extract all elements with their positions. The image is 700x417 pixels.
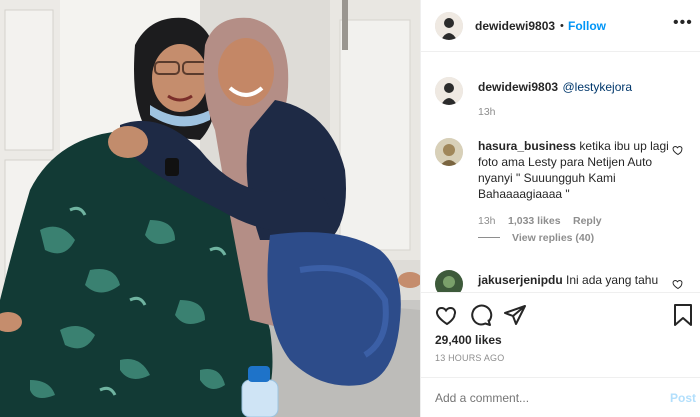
avatar-image	[435, 12, 463, 40]
comment-username[interactable]: jakuserjenipdu	[478, 273, 563, 287]
comment-meta: 13h 1,033 likes Reply	[478, 211, 602, 229]
caption-mention[interactable]: @lestykejora	[563, 80, 633, 94]
follow-button[interactable]: Follow	[568, 19, 606, 33]
post-actions: 29,400 likes 13 HOURS AGO	[421, 292, 700, 377]
comment-item: jakuserjenipdu Ini ada yang tahu	[478, 272, 670, 288]
avatar-image	[435, 77, 463, 105]
avatar-image	[435, 270, 463, 292]
comment-username[interactable]: hasura_business	[478, 139, 576, 153]
reply-button[interactable]: Reply	[573, 215, 602, 227]
comment-like-icon[interactable]	[672, 144, 684, 156]
comment-likes[interactable]: 1,033 likes	[508, 215, 561, 227]
bookmark-icon[interactable]	[673, 303, 693, 327]
more-options-icon[interactable]: •••	[673, 14, 693, 32]
view-replies-button[interactable]: View replies (40)	[512, 232, 594, 244]
post-comment-button[interactable]: Post	[670, 391, 696, 405]
instagram-post: dewidewi9803 • Follow ••• dewidewi9803 @…	[0, 0, 700, 417]
comment-avatar[interactable]	[435, 270, 463, 292]
comment-avatar[interactable]	[435, 138, 463, 166]
caption-username[interactable]: dewidewi9803	[478, 80, 558, 94]
header-separator: •	[560, 20, 564, 32]
comments-list: dewidewi9803 @lestykejora 13h hasura_bus…	[421, 52, 700, 292]
comment-text: Ini ada yang tahu	[566, 273, 659, 287]
author-username[interactable]: dewidewi9803	[475, 19, 555, 33]
post-photo[interactable]	[0, 0, 420, 417]
comment-time: 13h	[478, 215, 496, 227]
post-sidebar: dewidewi9803 • Follow ••• dewidewi9803 @…	[420, 0, 700, 417]
replies-divider	[478, 237, 500, 238]
post-photo-illustration	[0, 0, 420, 417]
add-comment-bar: Post	[421, 377, 700, 417]
caption-avatar[interactable]	[435, 77, 463, 105]
post-timestamp: 13 HOURS AGO	[435, 353, 505, 363]
avatar-image	[435, 138, 463, 166]
author-avatar[interactable]	[435, 12, 463, 40]
comment-item: hasura_business ketika ibu up lagi foto …	[478, 138, 670, 202]
likes-count[interactable]: 29,400 likes	[435, 333, 502, 347]
caption-time: 13h	[478, 106, 496, 118]
paper-plane-icon[interactable]	[503, 303, 527, 327]
caption: dewidewi9803 @lestykejora	[478, 78, 688, 96]
comment-like-icon[interactable]	[672, 278, 684, 290]
heart-icon[interactable]	[435, 303, 459, 327]
post-header: dewidewi9803 • Follow •••	[421, 0, 700, 52]
comment-icon[interactable]	[469, 303, 493, 327]
comment-input[interactable]	[435, 388, 635, 408]
